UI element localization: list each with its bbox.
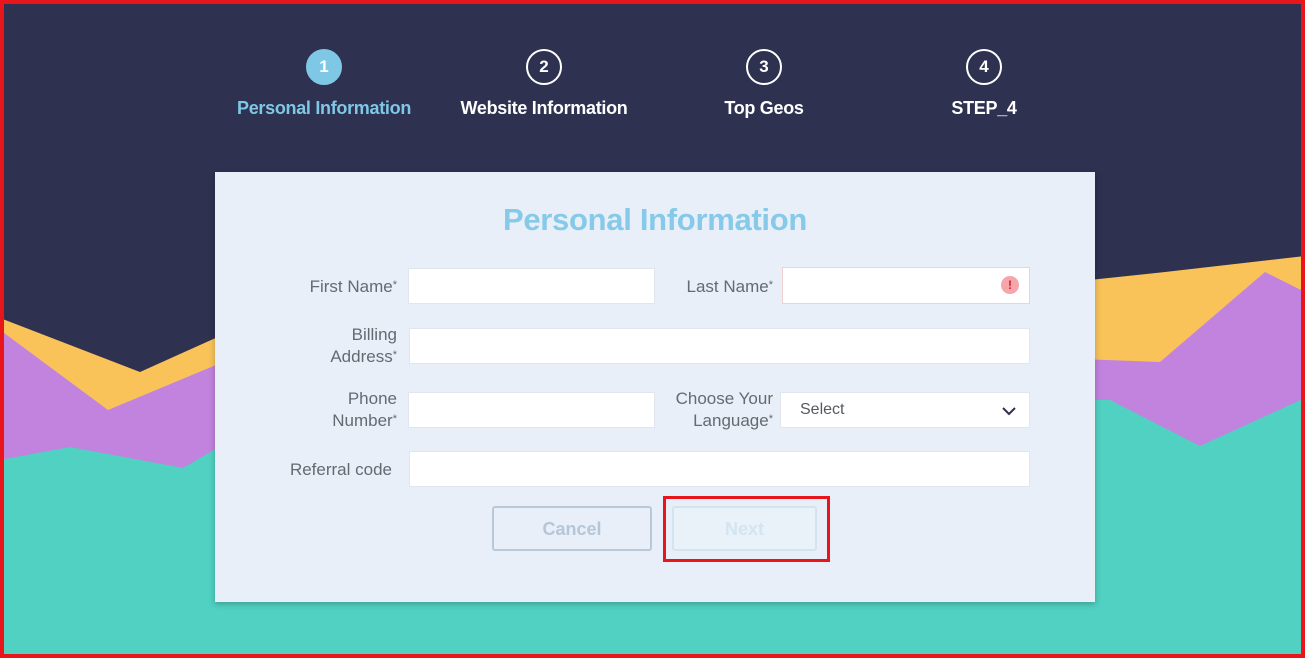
step-label: Personal Information (236, 98, 412, 118)
referral-code-input[interactable] (409, 451, 1030, 487)
step-top-geos[interactable]: 3 Top Geos (654, 49, 874, 119)
step-website-information[interactable]: 2 Website Information (434, 49, 654, 119)
personal-information-card: Personal Information First Name* Last Na… (215, 172, 1095, 602)
step-number-badge: 1 (306, 49, 342, 85)
language-label: Choose Your Language* (675, 389, 773, 430)
step-label: STEP_4 (951, 98, 1017, 118)
billing-address-label: Billing Address* (330, 325, 397, 366)
next-button-highlight (663, 496, 830, 562)
first-name-label: First Name* (309, 277, 397, 296)
chevron-down-icon (1002, 407, 1016, 416)
step-number-badge: 4 (966, 49, 1002, 85)
phone-number-label: Phone Number* (332, 389, 397, 430)
cancel-button[interactable]: Cancel (492, 506, 652, 551)
last-name-input[interactable]: ! (782, 267, 1030, 304)
step-personal-information[interactable]: 1 Personal Information (214, 49, 434, 119)
phone-number-input[interactable] (408, 392, 655, 428)
step-4[interactable]: 4 STEP_4 (874, 49, 1094, 119)
error-icon: ! (1001, 276, 1019, 294)
step-label: Top Geos (724, 98, 804, 118)
last-name-label: Last Name* (686, 277, 773, 296)
billing-address-input[interactable] (409, 328, 1030, 364)
referral-code-label: Referral code (289, 460, 392, 479)
form-title: Personal Information (502, 202, 808, 237)
first-name-input[interactable] (408, 268, 655, 304)
language-select[interactable]: Select (780, 392, 1030, 428)
step-label: Website Information (460, 98, 628, 118)
language-select-value: Select (800, 401, 845, 418)
step-number-badge: 3 (746, 49, 782, 85)
step-number-badge: 2 (526, 49, 562, 85)
progress-stepper: 1 Personal Information 2 Website Informa… (0, 0, 1305, 140)
